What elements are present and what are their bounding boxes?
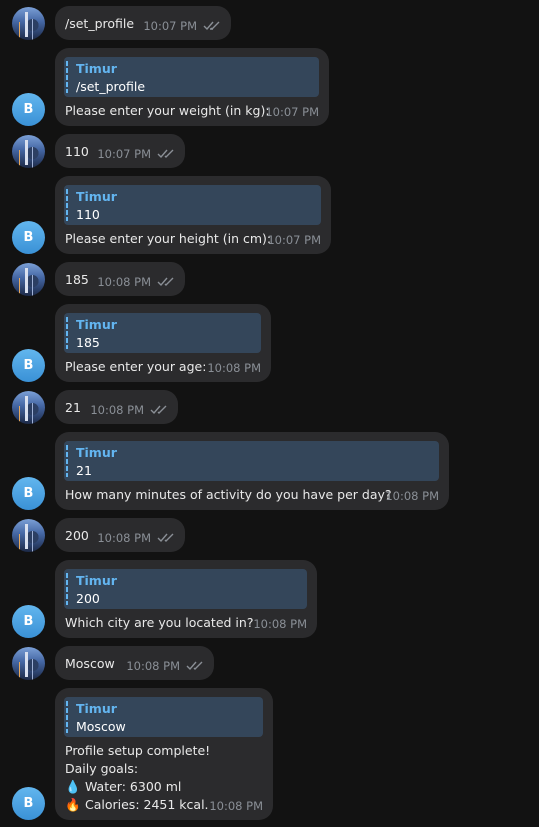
message-time: 10:08 PM — [209, 799, 263, 813]
chat-history: /set_profile 10:07 PM B Timur /set_profi… — [0, 0, 539, 827]
message-time: 10:08 PM — [97, 531, 151, 545]
user-message[interactable]: 200 10:08 PM — [55, 518, 185, 552]
message-time: 10:08 PM — [90, 403, 144, 417]
message-text: Please enter your weight (in kg): — [65, 103, 270, 118]
double-check-icon — [150, 405, 167, 415]
setup-complete-text: Profile setup complete! — [65, 743, 211, 758]
water-drop-icon: 💧 — [65, 779, 81, 794]
bot-message[interactable]: Timur 200 Which city are you located in?… — [55, 560, 317, 638]
message-time: 10:08 PM — [126, 659, 180, 673]
message-text: Profile setup complete! Daily goals: 💧 Wa… — [65, 742, 210, 814]
reply-author: Timur — [76, 701, 117, 716]
bot-avatar[interactable]: B — [12, 477, 45, 510]
fire-icon: 🔥 — [65, 797, 81, 812]
bot-avatar[interactable]: B — [12, 221, 45, 254]
message-text: 200 — [65, 528, 89, 543]
reply-text: 110 — [76, 207, 100, 222]
daily-goals-label: Daily goals: — [65, 761, 139, 776]
message-time: 10:08 PM — [207, 361, 261, 375]
reply-text: Moscow — [76, 719, 126, 734]
bot-avatar[interactable]: B — [12, 349, 45, 382]
message-text: 110 — [65, 144, 89, 159]
user-message[interactable]: /set_profile 10:07 PM — [55, 6, 231, 40]
message-time: 10:08 PM — [97, 275, 151, 289]
reply-author: Timur — [76, 189, 117, 204]
reply-text: 21 — [76, 463, 92, 478]
bot-message[interactable]: Timur Moscow Profile setup complete! Dai… — [55, 688, 273, 820]
reply-quote[interactable]: Timur /set_profile — [64, 57, 319, 97]
bot-avatar[interactable]: B — [12, 93, 45, 126]
bot-message[interactable]: Timur /set_profile Please enter your wei… — [55, 48, 329, 126]
water-goal: Water: 6300 ml — [85, 779, 182, 794]
bot-avatar[interactable]: B — [12, 787, 45, 820]
calories-goal: Calories: 2451 kcal. — [85, 797, 209, 812]
double-check-icon — [203, 21, 220, 31]
message-time: 10:07 PM — [143, 19, 197, 33]
reply-author: Timur — [76, 445, 117, 460]
bot-message[interactable]: Timur 21 How many minutes of activity do… — [55, 432, 449, 510]
message-time: 10:08 PM — [385, 489, 439, 503]
reply-quote[interactable]: Timur 21 — [64, 441, 439, 481]
reply-text: 185 — [76, 335, 100, 350]
reply-quote[interactable]: Timur 185 — [64, 313, 261, 353]
message-time: 10:07 PM — [97, 147, 151, 161]
reply-author: Timur — [76, 61, 117, 76]
message-text: Which city are you located in? — [65, 615, 254, 630]
user-avatar[interactable] — [12, 263, 45, 296]
double-check-icon — [157, 533, 174, 543]
message-time: 10:07 PM — [267, 233, 321, 247]
reply-text: 200 — [76, 591, 100, 606]
user-avatar[interactable] — [12, 135, 45, 168]
double-check-icon — [186, 661, 203, 671]
double-check-icon — [157, 277, 174, 287]
user-message[interactable]: 110 10:07 PM — [55, 134, 185, 168]
message-time: 10:08 PM — [253, 617, 307, 631]
message-text: 185 — [65, 272, 89, 287]
message-text: Moscow — [65, 656, 115, 671]
user-avatar[interactable] — [12, 7, 45, 40]
message-text: /set_profile — [65, 16, 135, 31]
reply-author: Timur — [76, 317, 117, 332]
bot-message[interactable]: Timur 110 Please enter your height (in c… — [55, 176, 331, 254]
message-time: 10:07 PM — [265, 105, 319, 119]
reply-author: Timur — [76, 573, 117, 588]
double-check-icon — [157, 149, 174, 159]
user-message[interactable]: 185 10:08 PM — [55, 262, 185, 296]
user-message[interactable]: 21 10:08 PM — [55, 390, 178, 424]
user-avatar[interactable] — [12, 391, 45, 424]
message-text: Please enter your height (in cm): — [65, 231, 272, 246]
user-avatar[interactable] — [12, 647, 45, 680]
user-avatar[interactable] — [12, 519, 45, 552]
bot-message[interactable]: Timur 185 Please enter your age: 10:08 P… — [55, 304, 271, 382]
message-text: 21 — [65, 400, 81, 415]
reply-text: /set_profile — [76, 79, 146, 94]
reply-quote[interactable]: Timur 110 — [64, 185, 321, 225]
reply-quote[interactable]: Timur 200 — [64, 569, 307, 609]
bot-avatar[interactable]: B — [12, 605, 45, 638]
message-text: How many minutes of activity do you have… — [65, 487, 392, 502]
user-message[interactable]: Moscow 10:08 PM — [55, 646, 214, 680]
message-text: Please enter your age: — [65, 359, 207, 374]
reply-quote[interactable]: Timur Moscow — [64, 697, 263, 737]
